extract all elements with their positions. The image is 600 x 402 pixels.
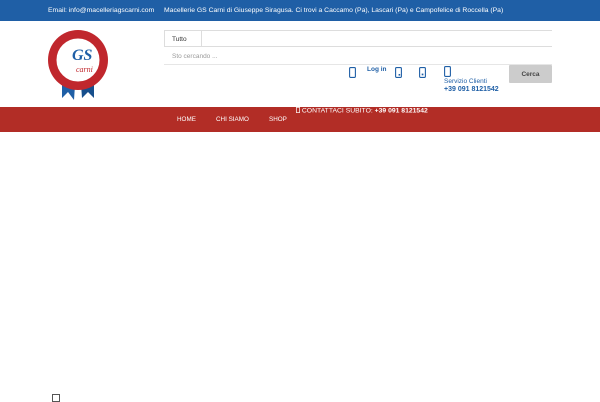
user-icon[interactable] [349,67,356,78]
top-bar-info: Macellerie GS Carni di Giuseppe Siragusa… [164,7,504,14]
search-button[interactable]: Cerca [509,65,552,83]
category-bar-divider [202,30,552,47]
top-bar: Email: info@macelleriagscarni.com Macell… [0,0,600,21]
search-input[interactable] [164,48,552,64]
cart-icon[interactable] [419,67,426,78]
nav-contact-phone[interactable]: +39 091 8121542 [375,108,428,115]
wishlist-icon[interactable] [395,67,402,78]
logo-initials: GS [72,47,93,64]
contact-phone-icon [296,107,300,113]
top-bar-email[interactable]: Email: info@macelleriagscarni.com [48,7,154,14]
category-select[interactable]: Tutto [164,30,202,47]
search-divider [164,64,552,65]
customer-service-phone[interactable]: +39 091 8121542 [444,86,499,93]
login-link[interactable]: Log in [367,66,387,73]
scroll-to-top-icon[interactable] [52,394,60,402]
nav-item-chi-siamo[interactable]: CHI SIAMO [216,116,249,123]
phone-icon [444,66,451,77]
nav-contact-label: CONTATTACI SUBITO: [301,107,373,115]
gs-carni-logo[interactable]: GS carni [46,28,110,100]
customer-service-label: Servizio Clienti [444,78,487,85]
nav-contact: CONTATTACI SUBITO: +39 091 8121542 [296,107,428,115]
logo-word: carni [76,65,93,74]
nav-item-home[interactable]: HOME [177,116,196,123]
nav-item-shop[interactable]: SHOP [269,116,287,123]
